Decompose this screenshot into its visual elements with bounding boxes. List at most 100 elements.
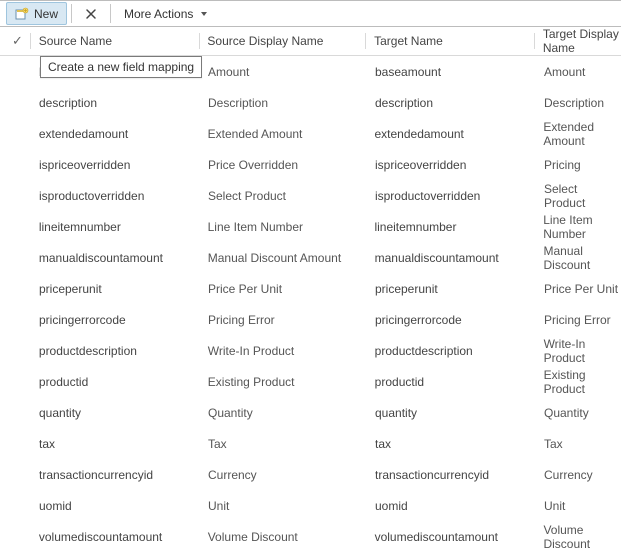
cell-source-display: Description — [208, 96, 366, 110]
cell-source-name: uomid — [39, 499, 199, 513]
cell-target-display: Tax — [544, 437, 621, 451]
cell-target-name: description — [375, 96, 535, 110]
toolbar: New More Actions — [0, 1, 621, 27]
cell-source-display: Amount — [208, 65, 366, 79]
column-separator — [534, 33, 535, 49]
column-separator — [365, 33, 366, 49]
col-source-display[interactable]: Source Display Name — [207, 34, 365, 48]
table-row[interactable]: productdescription Write-In Product produc… — [0, 335, 621, 366]
cell-target-name: priceperunit — [375, 282, 535, 296]
new-entity-icon — [15, 7, 29, 21]
cell-target-display: Line Item Number — [543, 213, 621, 241]
cell-source-display: Price Per Unit — [208, 282, 366, 296]
delete-button[interactable] — [76, 1, 106, 26]
cell-target-name: ispriceoverridden — [375, 158, 535, 172]
table-row[interactable]: volumediscountamountVolume Discountvolum… — [0, 521, 621, 552]
table-row[interactable]: manualdiscountamount Manual Discount Amou… — [0, 242, 621, 273]
cell-target-name: tax — [375, 437, 535, 451]
cell-source-name: quantity — [39, 406, 199, 420]
cell-source-display: Currency — [208, 468, 366, 482]
checkmark-icon: ✓ — [12, 33, 26, 49]
delete-icon — [85, 8, 97, 20]
cell-source-display: Unit — [208, 499, 366, 513]
table-row[interactable]: taxTaxtaxTax — [0, 428, 621, 459]
cell-target-display: Price Per Unit — [544, 282, 621, 296]
cell-source-display: Extended Amount — [208, 127, 366, 141]
table-row[interactable]: ispriceoverridden Price Overridden isprice… — [0, 149, 621, 180]
cell-source-display: Tax — [208, 437, 366, 451]
cell-source-display: Price Overridden — [208, 158, 366, 172]
table-row[interactable]: priceperunit Price Per Unit priceperunit Pr… — [0, 273, 621, 304]
cell-target-name: extendedamount — [374, 127, 534, 141]
cell-target-display: Write-In Product — [544, 337, 621, 365]
cell-source-name: pricingerrorcode — [39, 313, 199, 327]
cell-target-display: Unit — [544, 499, 621, 513]
cell-source-name: manualdiscountamount — [39, 251, 199, 265]
window: New More Actions ✓ Source Name Source Di… — [0, 0, 621, 544]
cell-target-name: baseamount — [375, 65, 535, 79]
cell-target-display: Pricing Error — [544, 313, 621, 327]
more-actions-button[interactable]: More Actions — [115, 1, 216, 26]
cell-target-name: manualdiscountamount — [375, 251, 535, 265]
grid-body: baseamountAmountbaseamountAmountdescript… — [0, 56, 621, 552]
cell-target-display: Select Product — [544, 182, 621, 210]
cell-target-display: Volume Discount — [543, 523, 621, 551]
cell-target-name: lineitemnumber — [374, 220, 534, 234]
table-row[interactable]: pricingerrorcode Pricing Error pricingerro… — [0, 304, 621, 335]
grid: ✓ Source Name Source Display Name Target… — [0, 27, 621, 552]
more-actions-label: More Actions — [124, 7, 193, 21]
cell-target-name: pricingerrorcode — [375, 313, 535, 327]
col-target-name[interactable]: Target Name — [374, 34, 534, 48]
cell-source-display: Manual Discount Amount — [208, 251, 366, 265]
cell-target-display: Currency — [544, 468, 621, 482]
cell-target-name: productdescription — [375, 344, 535, 358]
col-target-display[interactable]: Target Display Name — [543, 27, 621, 55]
table-row[interactable]: productidExisting ProductproductidExisti… — [0, 366, 621, 397]
table-row[interactable]: lineitemnumber Line Item Number lineitemnu… — [0, 211, 621, 242]
cell-source-name: productdescription — [39, 344, 199, 358]
cell-source-name: ispriceoverridden — [39, 158, 199, 172]
select-all-checkbox[interactable]: ✓ — [8, 33, 30, 49]
grid-header: ✓ Source Name Source Display Name Target… — [0, 27, 621, 56]
cell-source-display: Volume Discount — [208, 530, 366, 544]
column-separator — [30, 33, 31, 49]
new-button[interactable]: New — [6, 2, 67, 25]
cell-source-name: description — [39, 96, 199, 110]
column-separator — [199, 33, 200, 49]
cell-target-name: isproductoverridden — [375, 189, 535, 203]
table-row[interactable]: transactioncurrencyid Currency transaction… — [0, 459, 621, 490]
cell-source-name: transactioncurrencyid — [39, 468, 199, 482]
new-label: New — [34, 7, 58, 21]
chevron-down-icon — [201, 12, 207, 16]
cell-target-name: productid — [375, 375, 535, 389]
cell-source-name: lineitemnumber — [39, 220, 199, 234]
cell-target-display: Description — [544, 96, 621, 110]
table-row[interactable]: description Description description Descrip… — [0, 87, 621, 118]
cell-source-name: extendedamount — [39, 127, 199, 141]
cell-source-name: priceperunit — [39, 282, 199, 296]
separator — [110, 4, 111, 23]
cell-source-name: productid — [39, 375, 199, 389]
cell-source-name: tax — [39, 437, 199, 451]
cell-source-display: Line Item Number — [208, 220, 366, 234]
table-row[interactable]: extendedamount Extended Amount extendedamo… — [0, 118, 621, 149]
cell-source-display: Quantity — [208, 406, 366, 420]
cell-target-display: Pricing — [544, 158, 621, 172]
table-row[interactable]: isproductoverridden Select Product isprodu… — [0, 180, 621, 211]
col-source-name[interactable]: Source Name — [39, 34, 199, 48]
table-row[interactable]: quantityQuantityquantityQuantity — [0, 397, 621, 428]
cell-target-display: Extended Amount — [543, 120, 621, 148]
cell-target-name: uomid — [375, 499, 535, 513]
cell-target-display: Quantity — [544, 406, 621, 420]
cell-source-name: isproductoverridden — [39, 189, 199, 203]
table-row[interactable]: uomid Unit uomid Unit — [0, 490, 621, 521]
separator — [71, 4, 72, 23]
cell-source-display: Select Product — [208, 189, 366, 203]
cell-source-name: volumediscountamount — [39, 530, 199, 544]
cell-source-display: Pricing Error — [208, 313, 366, 327]
cell-target-display: Amount — [544, 65, 621, 79]
cell-source-display: Existing Product — [208, 375, 366, 389]
tooltip: Create a new field mapping — [40, 56, 202, 78]
cell-target-display: Manual Discount — [544, 244, 621, 272]
cell-target-name: transactioncurrencyid — [375, 468, 535, 482]
